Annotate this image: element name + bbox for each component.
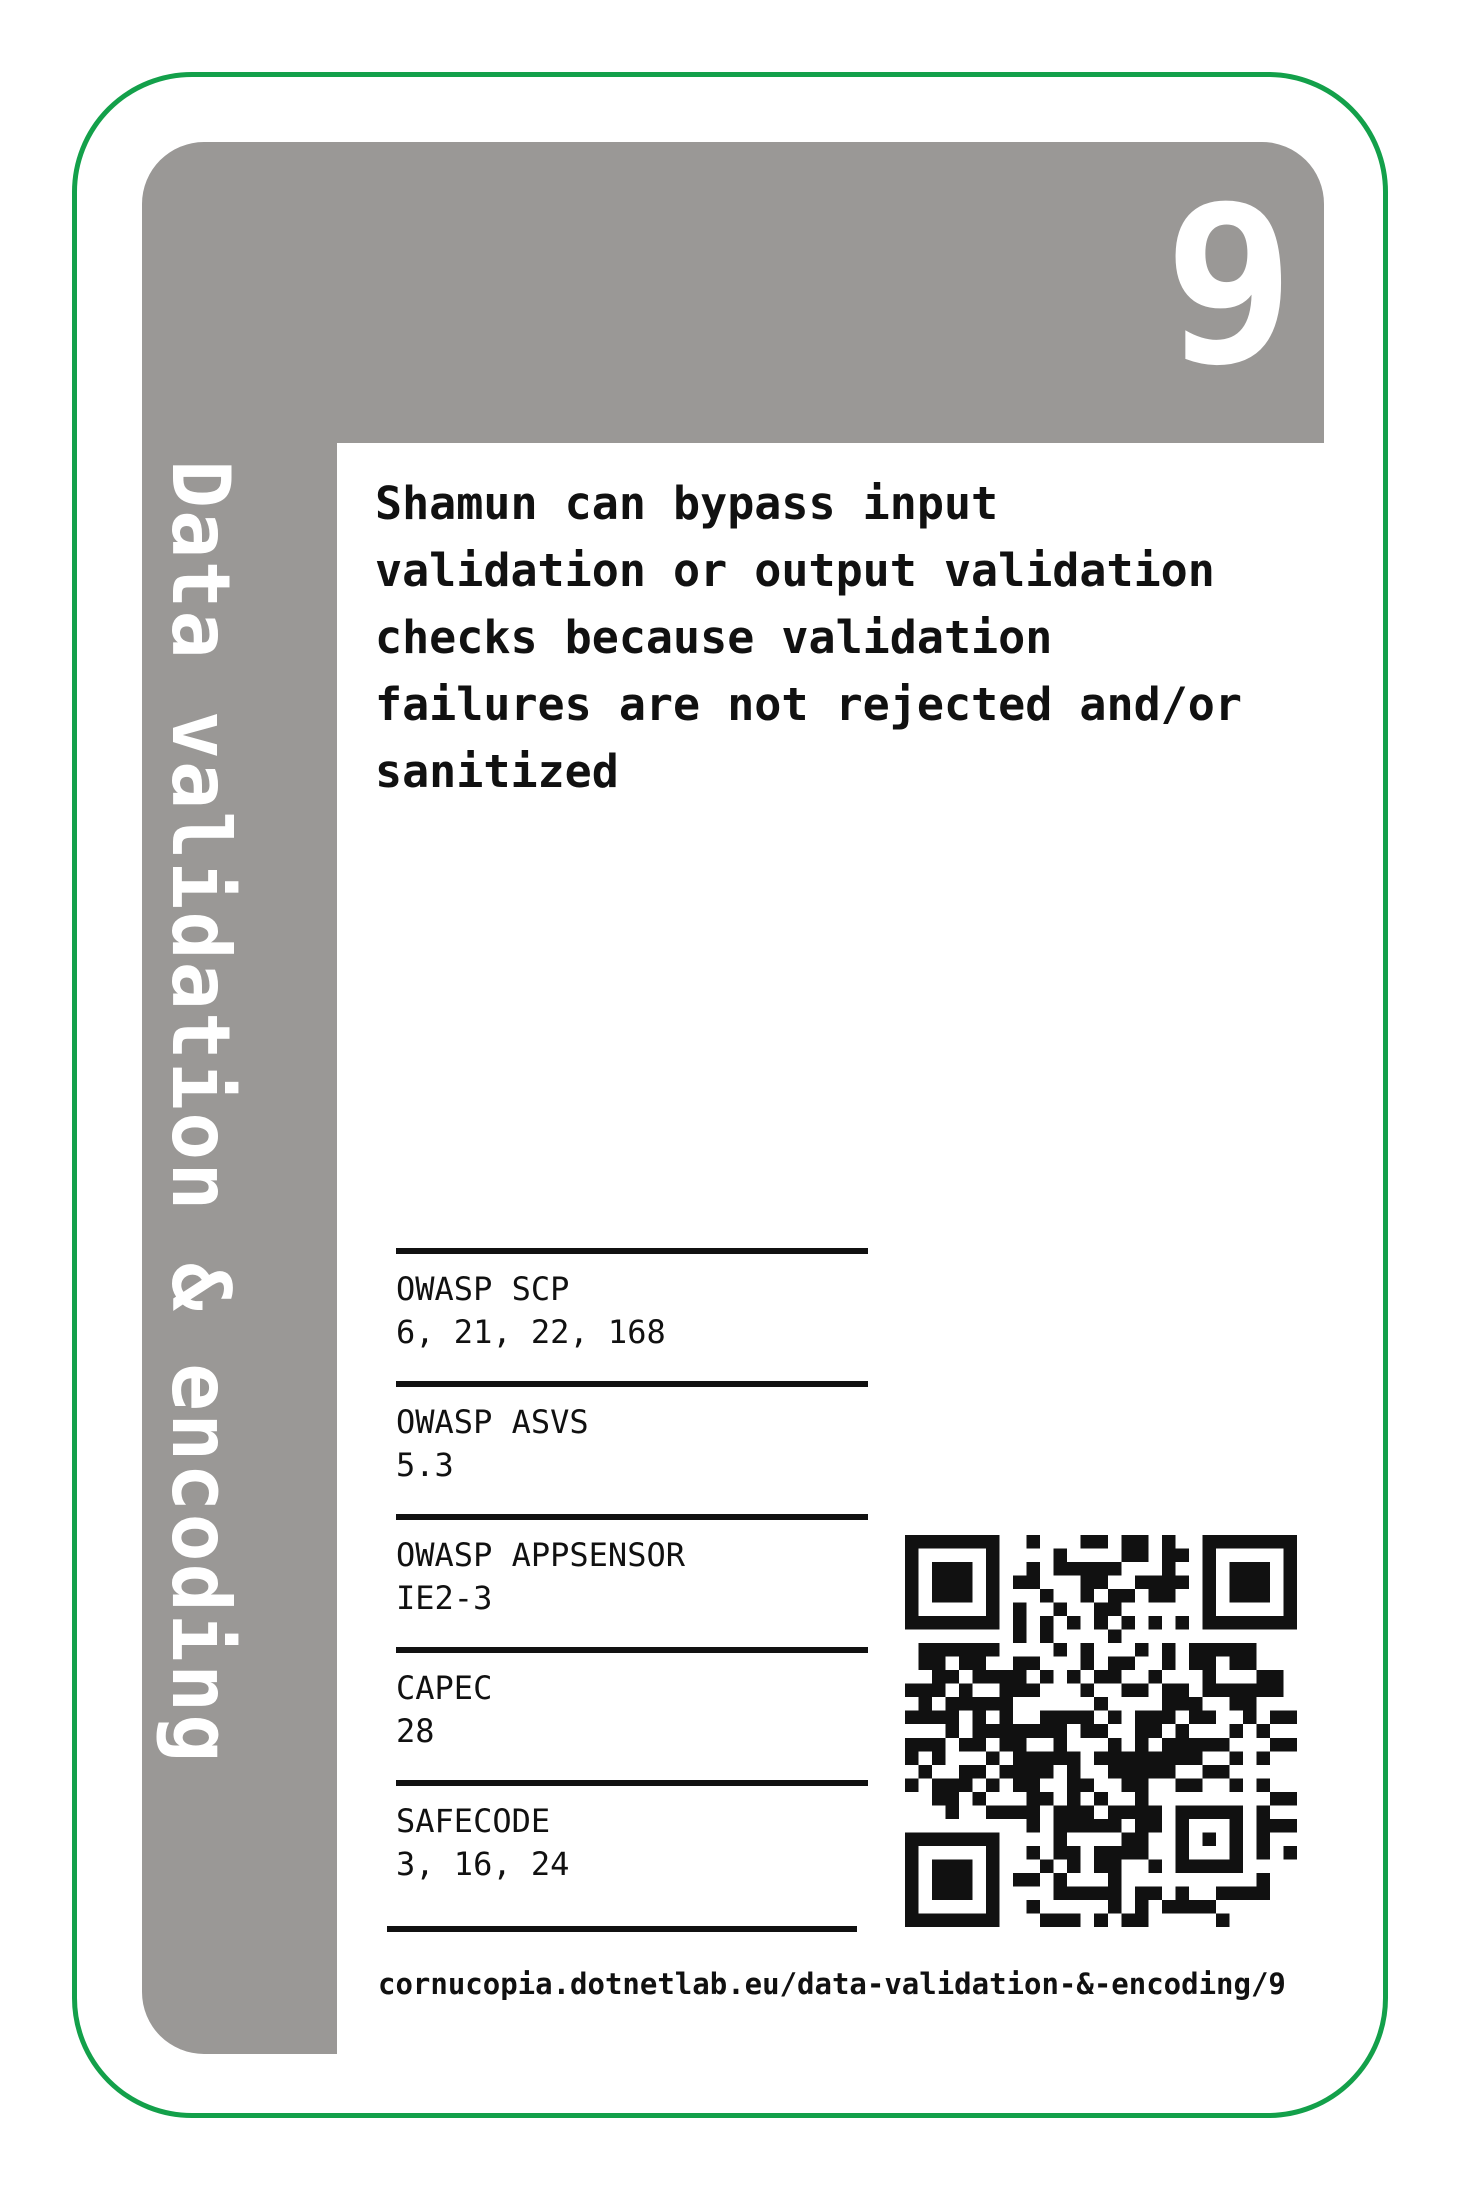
reference-values: 28: [396, 1712, 435, 1750]
reference-capec: CAPEC 28: [396, 1647, 868, 1775]
card-number: 9: [1163, 160, 1295, 413]
references-bottom-rule: [387, 1926, 857, 1932]
reference-values: IE2-3: [396, 1579, 493, 1617]
references-list: OWASP SCP 6, 21, 22, 168 OWASP ASVS 5.3 …: [396, 1248, 868, 1913]
suit-title: Data validation & encoding: [154, 460, 247, 1765]
qr-code-icon[interactable]: [905, 1535, 1297, 1927]
reference-name: CAPEC: [396, 1669, 493, 1707]
reference-owasp-appsensor: OWASP APPSENSOR IE2-3: [396, 1514, 868, 1642]
reference-owasp-asvs: OWASP ASVS 5.3: [396, 1381, 868, 1509]
card-description: Shamun can bypass input validation or ou…: [375, 477, 1242, 798]
reference-name: OWASP ASVS: [396, 1403, 589, 1441]
reference-safecode: SAFECODE 3, 16, 24: [396, 1780, 868, 1908]
reference-name: SAFECODE: [396, 1802, 551, 1840]
reference-values: 5.3: [396, 1446, 454, 1484]
reference-name: OWASP SCP: [396, 1270, 570, 1308]
reference-name: OWASP APPSENSOR: [396, 1536, 685, 1574]
reference-owasp-scp: OWASP SCP 6, 21, 22, 168: [396, 1248, 868, 1376]
reference-values: 6, 21, 22, 168: [396, 1313, 666, 1351]
reference-values: 3, 16, 24: [396, 1845, 570, 1883]
card-url[interactable]: cornucopia.dotnetlab.eu/data-validation-…: [378, 1967, 1286, 2001]
